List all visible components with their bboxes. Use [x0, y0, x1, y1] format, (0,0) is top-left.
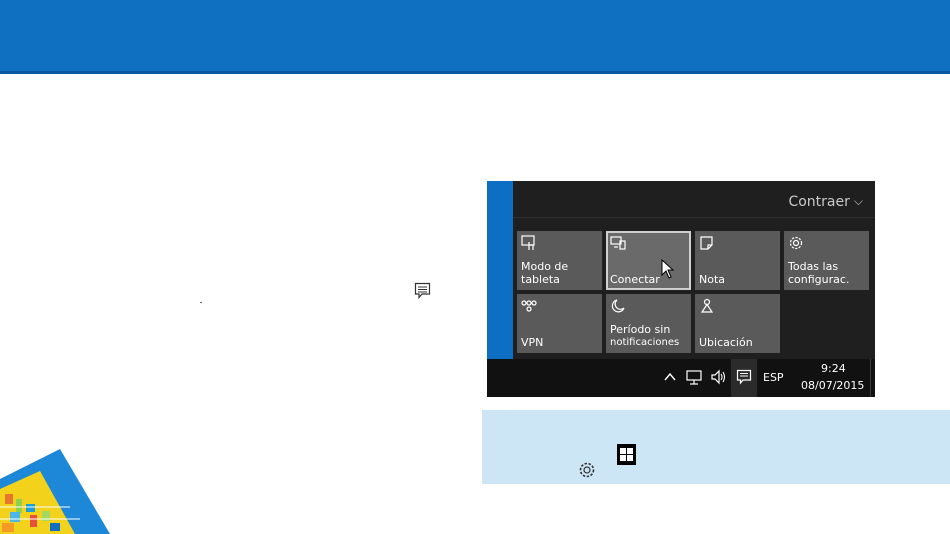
- connect-icon: [610, 236, 626, 250]
- windows-logo-icon: [617, 444, 636, 465]
- mouse-cursor-icon: [661, 259, 675, 279]
- tile-label-line1: Modo de: [521, 260, 569, 273]
- settings-gear-icon: [789, 236, 803, 250]
- action-center-icon[interactable]: [736, 369, 752, 385]
- clock-time[interactable]: 9:24: [821, 362, 846, 375]
- tile-connect[interactable]: Conectar: [606, 231, 691, 290]
- desktop-edge: [487, 181, 513, 359]
- clock-date[interactable]: 08/07/2015: [801, 379, 864, 392]
- settings-gear-icon: [579, 462, 595, 478]
- tile-tablet-mode[interactable]: Modo de tableta: [517, 231, 602, 290]
- tile-all-settings[interactable]: Todas las configurac.: [784, 231, 869, 290]
- location-icon: [700, 298, 714, 313]
- taskbar: ESP 9:24 08/07/2015: [487, 359, 875, 397]
- tile-vpn[interactable]: VPN: [517, 294, 602, 353]
- tile-quiet-hours[interactable]: Período sin notificaciones: [606, 294, 691, 353]
- decorative-building-art: [0, 449, 110, 534]
- network-icon[interactable]: [686, 369, 702, 385]
- tablet-mode-icon: [521, 235, 535, 250]
- action-center-icon: [414, 282, 431, 299]
- tile-label: Ubicación: [699, 336, 753, 349]
- tile-location[interactable]: Ubicación: [695, 294, 780, 353]
- tile-label-line2: tableta: [521, 273, 560, 286]
- header-underline: [0, 71, 950, 74]
- tile-label-line1: Todas las: [788, 260, 839, 273]
- language-indicator[interactable]: ESP: [763, 371, 784, 384]
- volume-icon[interactable]: [710, 369, 726, 385]
- header-bar: [0, 0, 950, 71]
- tile-label-line1: Período sin: [610, 323, 671, 336]
- tip-box: [482, 410, 950, 484]
- divider: [513, 217, 875, 218]
- tile-label: VPN: [521, 336, 544, 349]
- note-icon: [700, 236, 713, 250]
- tile-label-line2: notificaciones: [610, 337, 680, 348]
- tile-label: Nota: [699, 273, 726, 286]
- tile-note[interactable]: Nota: [695, 231, 780, 290]
- tile-label-line2: configurac.: [788, 273, 850, 286]
- moon-icon: [611, 299, 625, 313]
- chevron-down-icon: ⌵: [853, 194, 863, 208]
- action-center-screenshot: Contraer⌵ Modo de tableta Conectar Nota: [487, 181, 875, 397]
- show-desktop-divider: [870, 359, 871, 397]
- vpn-icon: [521, 300, 537, 312]
- decorative-dot: [200, 302, 202, 303]
- collapse-label: Contraer: [788, 194, 850, 210]
- tile-label: Conectar: [610, 273, 660, 286]
- collapse-button[interactable]: Contraer ⌵: [788, 194, 863, 210]
- chevron-up-icon[interactable]: [662, 369, 678, 385]
